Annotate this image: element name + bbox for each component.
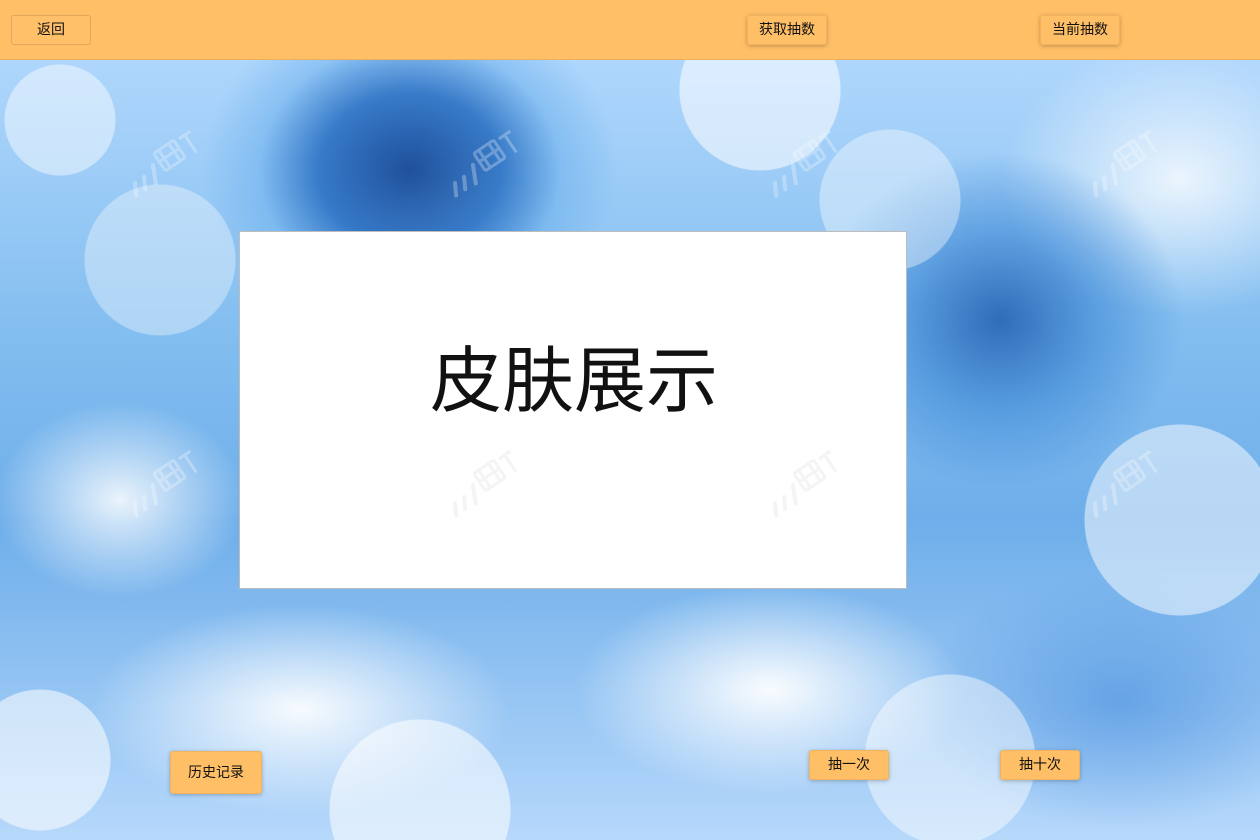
draw-ten-button[interactable]: 抽十次 (1000, 750, 1080, 780)
watermark-icon (431, 119, 537, 215)
get-draws-button[interactable]: 获取抽数 (747, 15, 827, 45)
skin-display-panel: 皮肤展示 (239, 231, 907, 589)
current-draws-button[interactable]: 当前抽数 (1040, 15, 1120, 45)
watermark-icon (111, 439, 217, 535)
history-button[interactable]: 历史记录 (170, 751, 262, 794)
watermark-icon (1071, 439, 1177, 535)
skin-display-title: 皮肤展示 (429, 339, 718, 423)
top-toolbar: 返回 获取抽数 当前抽数 (0, 0, 1260, 60)
back-button[interactable]: 返回 (11, 15, 91, 45)
gacha-screen: 返回 获取抽数 当前抽数 皮肤展示 历史记录 抽一次 抽十次 (0, 0, 1260, 840)
watermark-icon (1071, 119, 1177, 215)
watermark-icon (111, 119, 217, 215)
draw-once-button[interactable]: 抽一次 (809, 750, 889, 780)
watermark-icon (751, 119, 857, 215)
